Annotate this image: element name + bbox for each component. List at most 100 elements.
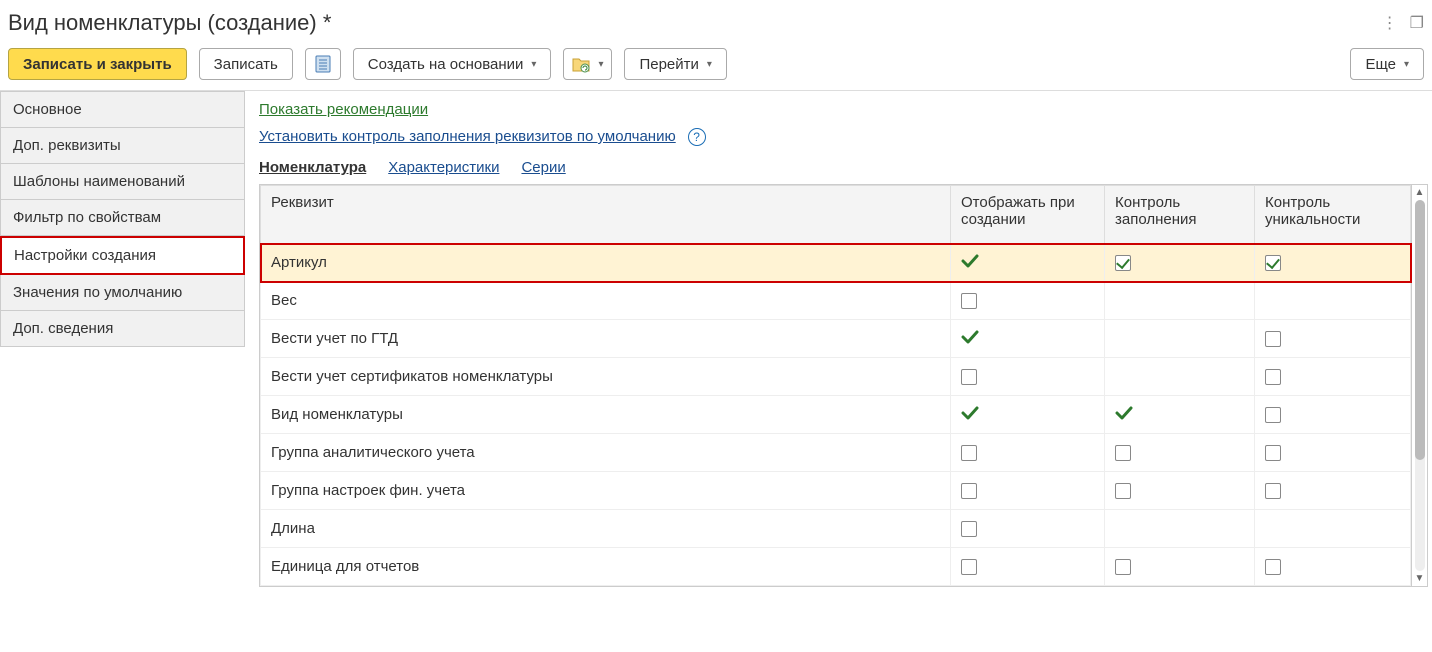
table-row[interactable]: Артикул xyxy=(261,244,1411,282)
cell-show-on-create[interactable] xyxy=(951,396,1105,434)
help-icon[interactable]: ? xyxy=(688,128,706,146)
cell-show-on-create[interactable] xyxy=(951,472,1105,510)
checkbox-checked[interactable] xyxy=(1115,255,1131,271)
scroll-up-icon[interactable]: ▲ xyxy=(1415,187,1425,198)
menu-dots-icon[interactable]: ⋮ xyxy=(1382,13,1398,33)
cell-fill-control[interactable] xyxy=(1105,548,1255,586)
checkbox[interactable] xyxy=(1265,559,1281,575)
cell-show-on-create[interactable] xyxy=(951,358,1105,396)
show-recommendations-link[interactable]: Показать рекомендации xyxy=(259,101,428,118)
cell-requisite[interactable]: Вес xyxy=(261,282,951,320)
cell-unique-control[interactable] xyxy=(1255,434,1411,472)
cell-show-on-create[interactable] xyxy=(951,548,1105,586)
cell-show-on-create[interactable] xyxy=(951,282,1105,320)
checkbox[interactable] xyxy=(961,369,977,385)
scroll-thumb[interactable] xyxy=(1415,200,1425,460)
checkmark-icon[interactable] xyxy=(961,407,979,424)
checkbox[interactable] xyxy=(961,445,977,461)
checkbox[interactable] xyxy=(1115,445,1131,461)
cell-unique-control[interactable] xyxy=(1255,244,1411,282)
checkbox[interactable] xyxy=(1265,483,1281,499)
checkmark-icon[interactable] xyxy=(961,331,979,348)
cell-fill-control[interactable] xyxy=(1105,282,1255,320)
checkbox[interactable] xyxy=(961,521,977,537)
cell-unique-control[interactable] xyxy=(1255,510,1411,548)
column-header-show-on-create[interactable]: Отображать при создании xyxy=(951,186,1105,244)
table-row[interactable]: Вид номенклатуры xyxy=(261,396,1411,434)
checkbox[interactable] xyxy=(961,559,977,575)
checkmark-icon[interactable] xyxy=(961,255,979,272)
tab-series[interactable]: Серии xyxy=(521,159,565,176)
folder-refresh-icon xyxy=(572,55,590,73)
cell-show-on-create[interactable] xyxy=(951,244,1105,282)
cell-requisite[interactable]: Вид номенклатуры xyxy=(261,396,951,434)
set-default-control-link[interactable]: Установить контроль заполнения реквизито… xyxy=(259,128,676,145)
cell-unique-control[interactable] xyxy=(1255,320,1411,358)
cell-requisite[interactable]: Длина xyxy=(261,510,951,548)
sidebar-item-extra-info[interactable]: Доп. сведения xyxy=(0,311,245,347)
sidebar: Основное Доп. реквизиты Шаблоны наименов… xyxy=(0,91,245,587)
sidebar-item-extra-req[interactable]: Доп. реквизиты xyxy=(0,128,245,164)
checkbox[interactable] xyxy=(961,483,977,499)
checkbox[interactable] xyxy=(1115,483,1131,499)
save-close-button[interactable]: Записать и закрыть xyxy=(8,48,187,80)
table-row[interactable]: Группа аналитического учета xyxy=(261,434,1411,472)
table-row[interactable]: Вести учет по ГТД xyxy=(261,320,1411,358)
scroll-down-icon[interactable]: ▼ xyxy=(1415,573,1425,584)
table-row[interactable]: Единица для отчетов xyxy=(261,548,1411,586)
cell-fill-control[interactable] xyxy=(1105,396,1255,434)
sidebar-item-defaults[interactable]: Значения по умолчанию xyxy=(0,275,245,311)
cell-requisite[interactable]: Артикул xyxy=(261,244,951,282)
cell-requisite[interactable]: Вести учет по ГТД xyxy=(261,320,951,358)
table-row[interactable]: Вести учет сертификатов номенклатуры xyxy=(261,358,1411,396)
sidebar-item-property-filter[interactable]: Фильтр по свойствам xyxy=(0,200,245,236)
checkbox-checked[interactable] xyxy=(1265,255,1281,271)
checkbox[interactable] xyxy=(1115,559,1131,575)
cell-fill-control[interactable] xyxy=(1105,320,1255,358)
cell-fill-control[interactable] xyxy=(1105,358,1255,396)
cell-show-on-create[interactable] xyxy=(951,510,1105,548)
cell-requisite[interactable]: Единица для отчетов xyxy=(261,548,951,586)
column-header-fill-control[interactable]: Контроль заполнения xyxy=(1105,186,1255,244)
list-icon-button[interactable] xyxy=(305,48,341,80)
cell-fill-control[interactable] xyxy=(1105,472,1255,510)
goto-button[interactable]: Перейти ▾ xyxy=(624,48,726,80)
cell-requisite[interactable]: Вести учет сертификатов номенклатуры xyxy=(261,358,951,396)
sidebar-item-creation-settings[interactable]: Настройки создания xyxy=(0,236,245,275)
cell-show-on-create[interactable] xyxy=(951,434,1105,472)
copy-window-icon[interactable]: ❐ xyxy=(1410,13,1424,33)
cell-unique-control[interactable] xyxy=(1255,472,1411,510)
checkbox[interactable] xyxy=(961,293,977,309)
cell-unique-control[interactable] xyxy=(1255,396,1411,434)
sidebar-item-name-templates[interactable]: Шаблоны наименований xyxy=(0,164,245,200)
save-button[interactable]: Записать xyxy=(199,48,293,80)
column-header-requisite[interactable]: Реквизит xyxy=(261,186,951,244)
sidebar-item-main[interactable]: Основное xyxy=(0,91,245,128)
checkbox[interactable] xyxy=(1265,445,1281,461)
checkbox[interactable] xyxy=(1265,407,1281,423)
create-based-button[interactable]: Создать на основании ▾ xyxy=(353,48,552,80)
tab-nomenclature[interactable]: Номенклатура xyxy=(259,159,366,176)
checkbox[interactable] xyxy=(1265,331,1281,347)
cell-unique-control[interactable] xyxy=(1255,282,1411,320)
scrollbar[interactable]: ▲ ▼ xyxy=(1412,184,1428,587)
checkmark-icon[interactable] xyxy=(1115,407,1133,424)
cell-unique-control[interactable] xyxy=(1255,548,1411,586)
table-row[interactable]: Вес xyxy=(261,282,1411,320)
table-row[interactable]: Длина xyxy=(261,510,1411,548)
cell-fill-control[interactable] xyxy=(1105,510,1255,548)
scroll-track[interactable] xyxy=(1415,200,1425,571)
cell-requisite[interactable]: Группа настроек фин. учета xyxy=(261,472,951,510)
cell-show-on-create[interactable] xyxy=(951,320,1105,358)
column-header-unique-control[interactable]: Контроль уникальности xyxy=(1255,186,1411,244)
cell-unique-control[interactable] xyxy=(1255,358,1411,396)
cell-fill-control[interactable] xyxy=(1105,434,1255,472)
more-button[interactable]: Еще ▾ xyxy=(1350,48,1424,80)
tab-characteristics[interactable]: Характеристики xyxy=(388,159,499,176)
checkbox[interactable] xyxy=(1265,369,1281,385)
folder-icon-button[interactable]: ▾ xyxy=(563,48,612,80)
cell-fill-control[interactable] xyxy=(1105,244,1255,282)
table-row[interactable]: Группа настроек фин. учета xyxy=(261,472,1411,510)
list-icon xyxy=(314,55,332,73)
cell-requisite[interactable]: Группа аналитического учета xyxy=(261,434,951,472)
